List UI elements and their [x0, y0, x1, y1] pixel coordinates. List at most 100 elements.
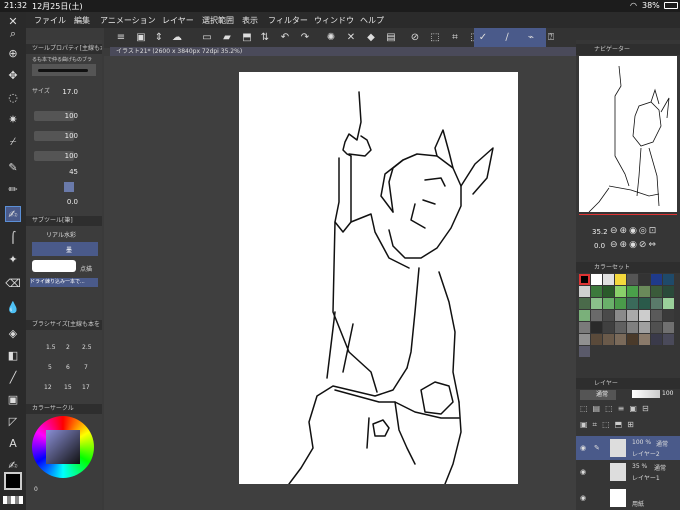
color-swatch[interactable] [663, 322, 674, 333]
gradient-icon[interactable]: ◧ [5, 348, 21, 364]
menu-selection[interactable]: 選択範囲 [202, 15, 234, 26]
color-swatch[interactable] [603, 310, 614, 321]
brush-size-4[interactable]: 5 [48, 364, 52, 371]
color-swatch[interactable] [579, 310, 590, 321]
fill-icon[interactable]: ◆ [364, 31, 378, 45]
layer-icon[interactable]: ▤ [384, 31, 398, 45]
rotate-controls[interactable]: ⊖⊕◉⊘⇔ [610, 240, 658, 250]
layer-toolbar[interactable]: ⬚▤⬚≡▣⊟ [580, 404, 676, 416]
brush-size-8[interactable]: 15 [64, 384, 72, 391]
color-swatch[interactable] [663, 286, 674, 297]
color-swatch[interactable] [639, 298, 650, 309]
color-swatch[interactable] [627, 274, 638, 285]
brush-icon[interactable]: ✍ [5, 206, 21, 222]
zoom-controls[interactable]: ⊖⊕◉◎⊡ [610, 226, 658, 236]
eye-icon[interactable]: ◉ [580, 468, 586, 476]
color-swatch[interactable] [627, 322, 638, 333]
help-icon[interactable]: ⍰ [544, 31, 558, 45]
deselect-icon[interactable]: ⊘ [408, 31, 422, 45]
blend-icon[interactable]: 💧 [5, 300, 21, 316]
color-swatch[interactable] [603, 298, 614, 309]
color-swatch[interactable] [579, 298, 590, 309]
color-swatch[interactable] [663, 298, 674, 309]
color-swatch[interactable] [579, 322, 590, 333]
color-swatch[interactable] [579, 346, 590, 357]
color-swatch[interactable] [603, 286, 614, 297]
color-swatch[interactable] [579, 334, 590, 345]
menu-layer[interactable]: レイヤー [162, 15, 194, 26]
clear-icon[interactable]: ✕ [344, 31, 358, 45]
color-swatch[interactable] [639, 286, 650, 297]
color-swatch[interactable] [627, 298, 638, 309]
color-swatch[interactable] [591, 274, 602, 285]
opacity-slider[interactable] [632, 390, 660, 398]
text-icon[interactable]: A [5, 436, 21, 452]
color-swatch[interactable] [591, 334, 602, 345]
color-swatch[interactable] [627, 286, 638, 297]
sort-icon[interactable]: ⇕ [152, 31, 166, 45]
color-set-grid[interactable] [579, 274, 677, 370]
pen-stroke-icon[interactable]: ∕ [500, 31, 514, 45]
cloud-icon[interactable]: ☁ [170, 31, 184, 45]
zoom-icon[interactable]: ⊕ [5, 46, 21, 62]
subtool-selected-item[interactable]: ドライ練り込み一本で... [30, 278, 98, 287]
menu-edit[interactable]: 編集 [74, 15, 90, 26]
eye-icon[interactable]: ◉ [580, 494, 586, 502]
airbrush-icon[interactable]: ⌠ [5, 230, 21, 246]
loading-icon[interactable]: ✺ [324, 31, 338, 45]
eye-icon[interactable]: ◉ [580, 444, 586, 452]
color-swatch[interactable] [651, 298, 662, 309]
color-swatch[interactable] [651, 286, 662, 297]
color-swatch[interactable] [591, 310, 602, 321]
color-picker-square[interactable] [46, 430, 80, 464]
brush-size-5[interactable]: 6 [66, 364, 70, 371]
ruler-stroke-icon[interactable]: ✓ [476, 31, 490, 45]
pen-icon[interactable]: ✎ [5, 160, 21, 176]
zoom-value[interactable]: 35.2 [592, 228, 608, 236]
eyedropper-icon[interactable]: ⌿ [5, 134, 21, 150]
crop-icon[interactable]: ⌗ [448, 31, 462, 45]
color-swatch[interactable] [639, 274, 650, 285]
color-wheel[interactable] [32, 416, 94, 478]
pencil-icon[interactable]: ✏ [5, 182, 21, 198]
size-value[interactable]: 17.0 [62, 88, 78, 96]
layer-row-1[interactable]: ◉ ✎ 100 % 通常 レイヤー2 [576, 436, 680, 460]
color-swatch[interactable] [615, 310, 626, 321]
menu-help[interactable]: ヘルプ [360, 15, 384, 26]
color-swatch[interactable] [651, 334, 662, 345]
layer-action-bar[interactable]: ▣⌗⬚⬒⊞ [580, 420, 676, 432]
menu-file[interactable]: ファイル [34, 15, 66, 26]
color-swatch[interactable] [639, 334, 650, 345]
main-color-swatch[interactable] [4, 472, 22, 490]
figure-icon[interactable]: ╱ [5, 370, 21, 386]
subtool-item-dots[interactable]: 点描 [80, 264, 92, 273]
color-swatch[interactable] [603, 274, 614, 285]
navigator-preview[interactable] [579, 56, 677, 213]
color-swatch[interactable] [663, 274, 674, 285]
layers-icon[interactable]: ▣ [134, 31, 148, 45]
menu-animation[interactable]: アニメーション [100, 15, 156, 26]
color-swatch[interactable] [627, 310, 638, 321]
search-icon[interactable]: ⌕ [5, 26, 21, 42]
lasso-icon[interactable]: ◌ [5, 90, 21, 106]
color-swatch[interactable] [615, 286, 626, 297]
move-icon[interactable]: ✥ [5, 68, 21, 84]
color-swatch[interactable] [615, 298, 626, 309]
frame-icon[interactable]: ▣ [5, 392, 21, 408]
brush-size-3[interactable]: 2.5 [82, 344, 92, 351]
color-swatch[interactable] [579, 274, 590, 285]
decoration-icon[interactable]: ✦ [5, 252, 21, 268]
subtool-item-sumi[interactable] [32, 242, 98, 256]
color-swatch[interactable] [651, 274, 662, 285]
color-swatch[interactable] [615, 322, 626, 333]
color-swatch[interactable] [603, 322, 614, 333]
color-swatch[interactable] [615, 274, 626, 285]
color-swatch[interactable] [591, 286, 602, 297]
opacity-value[interactable]: 100 [662, 390, 673, 397]
invert-selection-icon[interactable]: ⬚ [428, 31, 442, 45]
fill-bucket-icon[interactable]: ◈ [5, 326, 21, 342]
ruler-icon[interactable]: ◸ [5, 414, 21, 430]
undo-icon[interactable]: ↶ [278, 31, 292, 45]
menu-view[interactable]: 表示 [242, 15, 258, 26]
color-swatch[interactable] [651, 322, 662, 333]
